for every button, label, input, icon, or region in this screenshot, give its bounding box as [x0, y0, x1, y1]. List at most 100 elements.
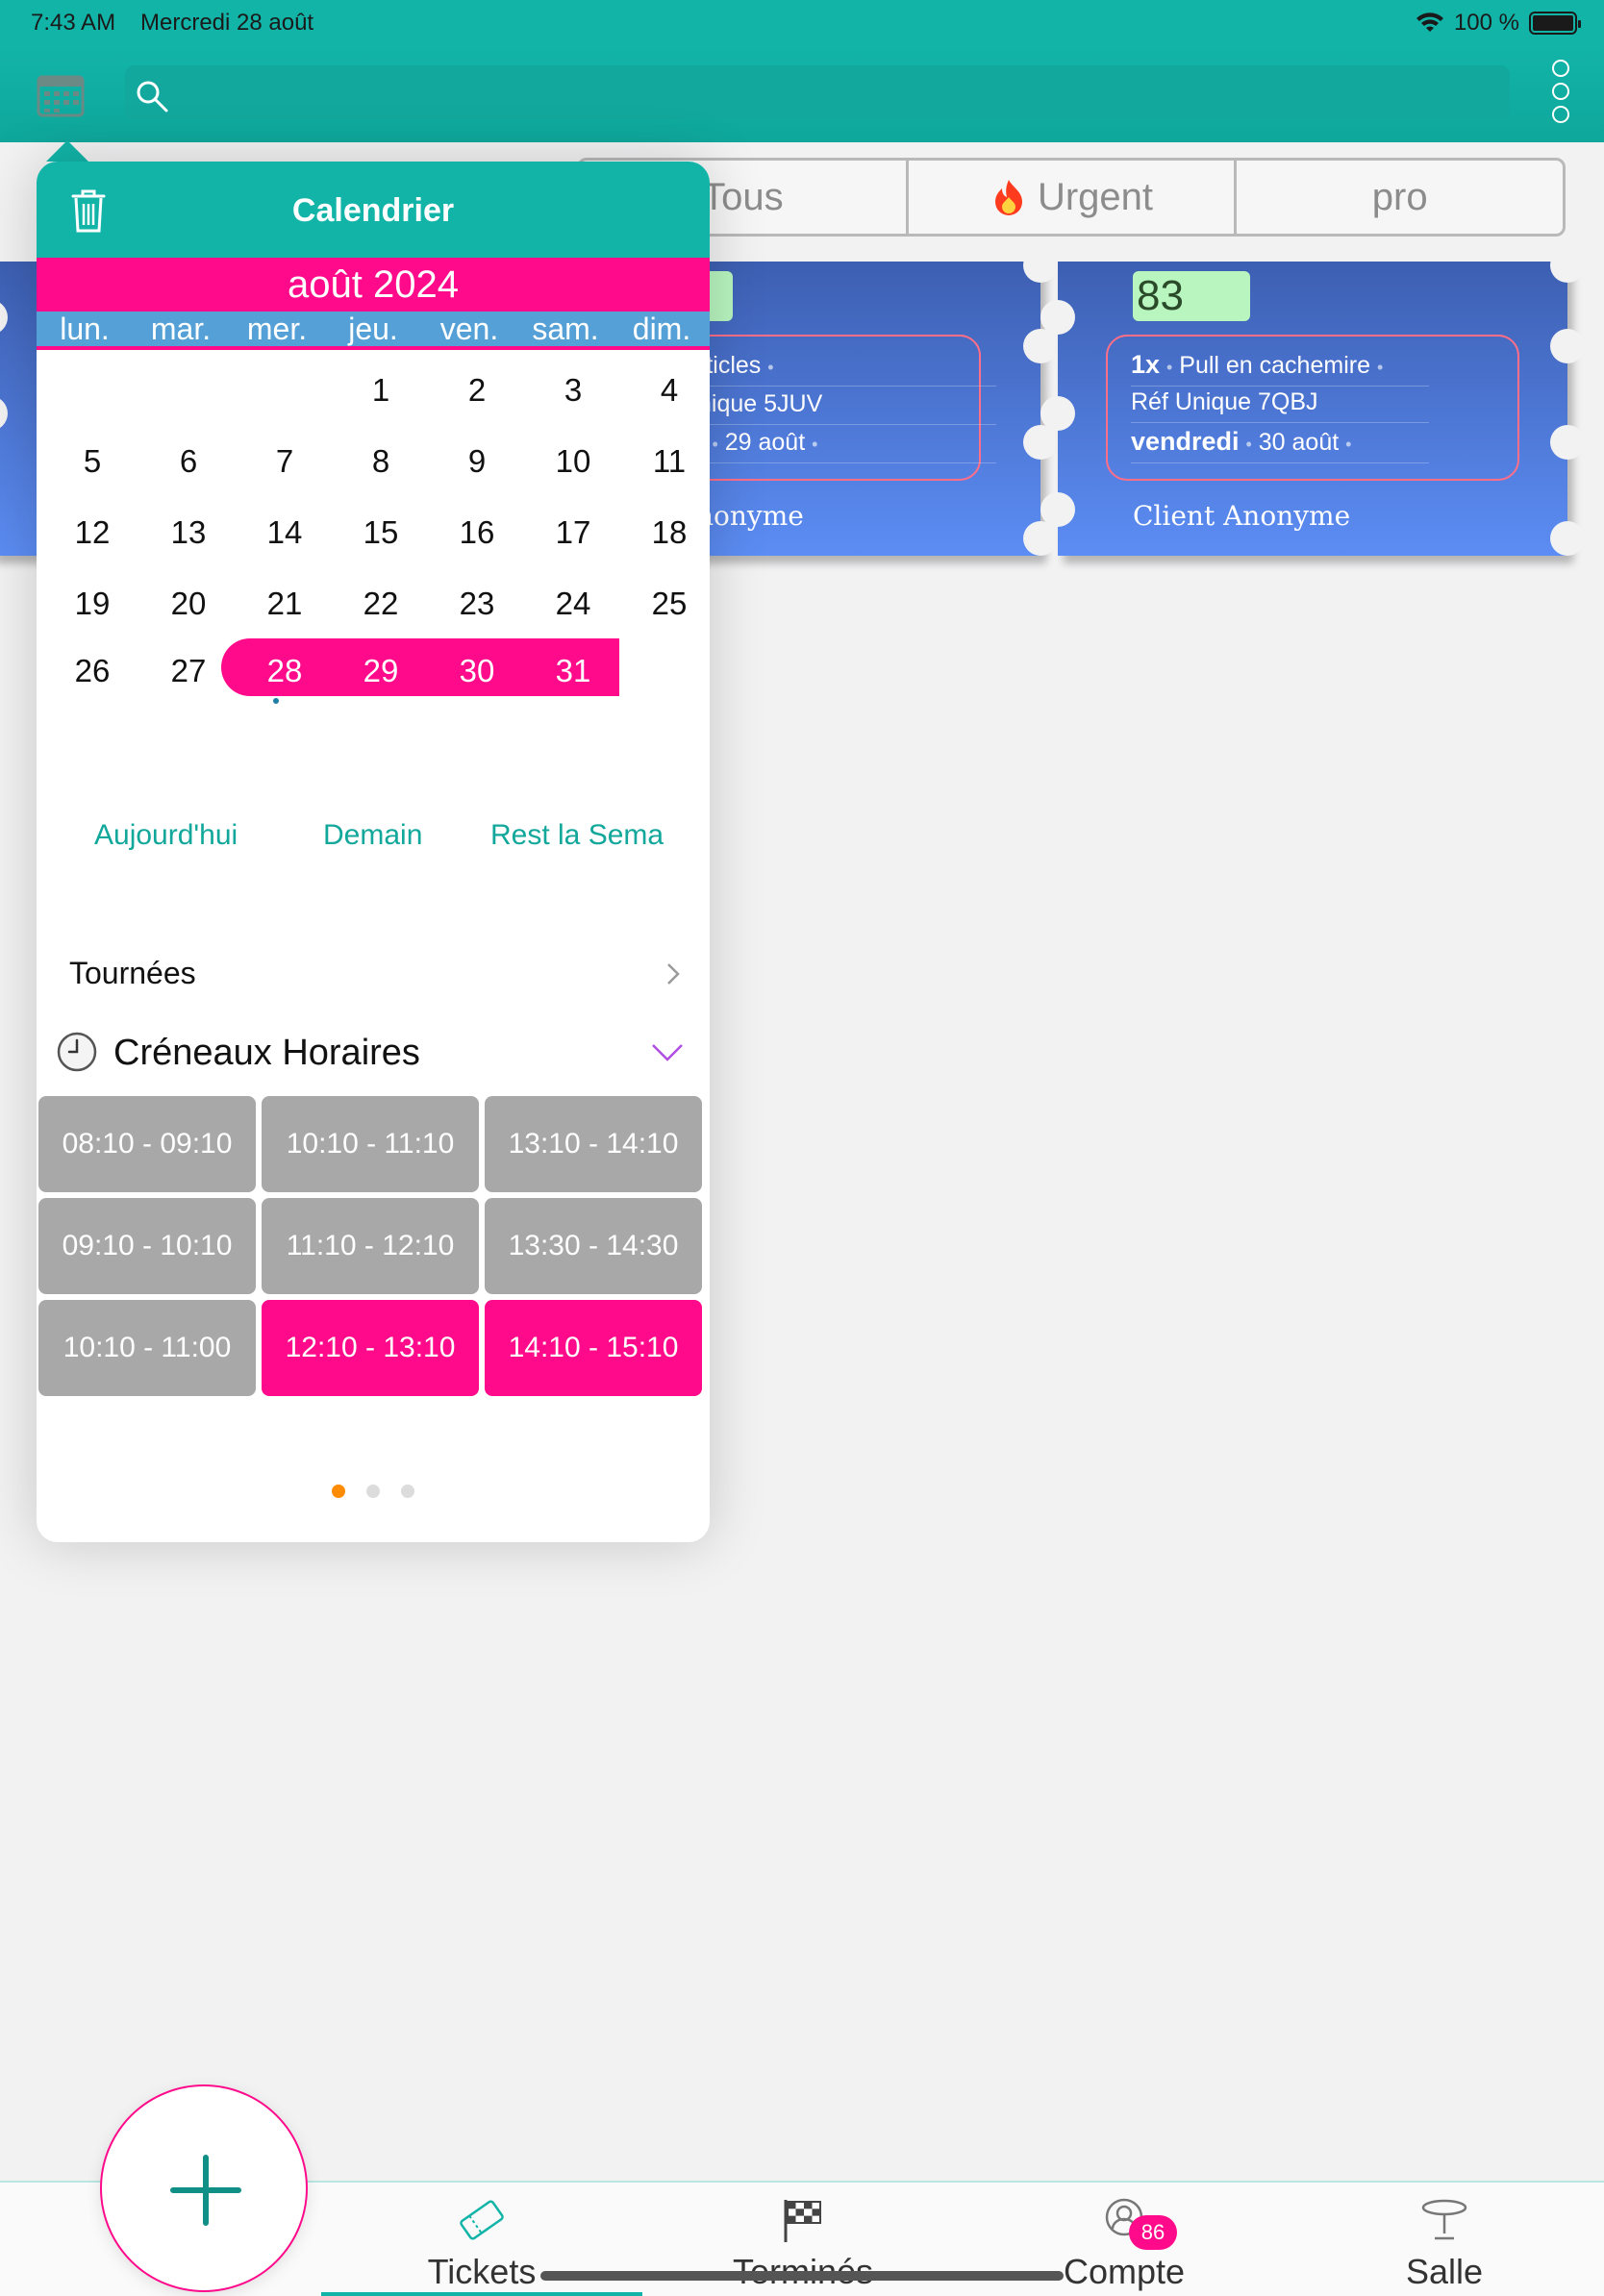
search-bar[interactable]	[125, 65, 1510, 119]
time-slot-grid: 08:10 - 09:10 10:10 - 11:10 13:10 - 14:10 0…	[38, 1096, 706, 1396]
popover-title: Calendrier	[291, 192, 455, 229]
status-time: 7:43 AM	[31, 10, 116, 36]
calendar-day[interactable]: 26	[44, 642, 140, 700]
time-slot-button[interactable]: 14:10 - 15:10	[485, 1300, 702, 1396]
calendar-day[interactable]: 15	[333, 504, 429, 562]
tab-room[interactable]: Salle	[1285, 2183, 1604, 2296]
time-slot-button[interactable]: 09:10 - 10:10	[38, 1198, 256, 1294]
status-bar: 7:43 AM Mercredi 28 août 100 %	[0, 0, 1604, 46]
chevron-right-icon	[667, 963, 680, 985]
calendar-day[interactable]: 22	[333, 575, 429, 633]
filter-pro-label: pro	[1371, 175, 1428, 218]
checkered-flag-icon	[784, 2200, 821, 2242]
home-indicator	[540, 2271, 1064, 2281]
calendar-day[interactable]: 23	[429, 575, 525, 633]
tab-room-label: Salle	[1405, 2252, 1484, 2291]
calendar-day[interactable]: 9	[429, 433, 525, 490]
tours-label: Tournées	[69, 956, 196, 990]
calendar-popover: Calendrier août 2024 lun. mar. mer. jeu. ven…	[37, 162, 710, 1542]
fire-icon	[994, 180, 1022, 215]
calendar-day[interactable]: 2	[429, 362, 525, 419]
tours-row[interactable]: Tournées	[37, 944, 710, 1002]
ticket-client: nonyme	[696, 500, 804, 532]
weekday-label: mar.	[150, 312, 212, 346]
calendar-day[interactable]: 27	[140, 642, 237, 700]
tomorrow-button[interactable]: Demain	[323, 819, 422, 852]
filter-urgent[interactable]: Urgent	[905, 161, 1235, 234]
filter-pro[interactable]: pro	[1234, 161, 1563, 234]
calendar-day[interactable]: 12	[44, 504, 140, 562]
filter-segments: Tous Urgent pro	[577, 158, 1566, 237]
calendar-day[interactable]: 1	[333, 362, 429, 419]
ticket-line: rticles •	[698, 350, 996, 387]
time-slot-button[interactable]: 13:10 - 14:10	[485, 1096, 702, 1192]
time-slot-button[interactable]: 13:30 - 14:30	[485, 1198, 702, 1294]
popover-header: Calendrier	[37, 162, 710, 258]
weekday-label: sam.	[532, 312, 599, 346]
calendar-day[interactable]: 16	[429, 504, 525, 562]
page-indicator[interactable]	[37, 1485, 710, 1498]
calendar-day[interactable]: 30	[429, 642, 525, 700]
more-vertical-icon[interactable]	[1552, 60, 1573, 123]
time-slot-button[interactable]: 12:10 - 13:10	[262, 1300, 479, 1396]
battery-icon	[1529, 12, 1581, 35]
calendar-day[interactable]: 4	[621, 362, 710, 419]
ticket-line: 1x • Pull en cachemire •	[1131, 350, 1429, 387]
quick-select-row: Aujourd'hui Demain Rest la Sema	[37, 819, 710, 858]
calendar-day[interactable]: 7	[237, 433, 333, 490]
filter-all-label: Tous	[702, 175, 784, 218]
page-dot[interactable]	[401, 1485, 414, 1498]
weekday-label: mer.	[246, 312, 308, 346]
calendar-day[interactable]: 14	[237, 504, 333, 562]
calendar-day[interactable]: 20	[140, 575, 237, 633]
time-slot-button[interactable]: 08:10 - 09:10	[38, 1096, 256, 1192]
today-button[interactable]: Aujourd'hui	[94, 819, 238, 852]
calendar-day[interactable]: 13	[140, 504, 237, 562]
calendar-day[interactable]: 5	[44, 433, 140, 490]
page-dot[interactable]	[332, 1485, 345, 1498]
month-label: août 2024	[37, 258, 710, 312]
weekday-label: lun.	[60, 312, 110, 346]
weekday-label: jeu.	[348, 312, 398, 346]
weekday-label: dim.	[632, 312, 691, 346]
calendar-day[interactable]: 19	[44, 575, 140, 633]
calendar-day[interactable]: 24	[525, 575, 621, 633]
calendar-day[interactable]: 11	[621, 433, 710, 490]
calendar-day[interactable]: 10	[525, 433, 621, 490]
calendar-day[interactable]: 28	[237, 642, 333, 700]
status-date: Mercredi 28 août	[140, 10, 314, 36]
calendar-day[interactable]: 8	[333, 433, 429, 490]
plus-icon	[170, 2155, 241, 2226]
ticket-line: vendredi • 30 août •	[1131, 427, 1429, 463]
ticket-line: Réf Unique 7QBJ	[1131, 388, 1429, 423]
calendar-day[interactable]: 29	[333, 642, 429, 700]
rest-of-week-button[interactable]: Rest la Sema	[490, 819, 664, 852]
time-slot-button[interactable]: 11:10 - 12:10	[262, 1198, 479, 1294]
calendar-day[interactable]: 31	[525, 642, 621, 700]
calendar-grid: 1 2 3 4 5 6 7 8 9 10 11 12 13 14 15 16 17 18 19 20 21 22 23 24 2…	[37, 350, 710, 773]
account-badge: 86	[1129, 2215, 1177, 2250]
table-icon	[1421, 2199, 1467, 2240]
calendar-icon[interactable]	[37, 71, 85, 117]
ticket-card[interactable]: 83 1x • Pull en cachemire • Réf Unique 7…	[1040, 248, 1585, 556]
ticket-icon	[460, 2200, 504, 2240]
add-ticket-button[interactable]	[100, 2084, 308, 2292]
time-slot-button[interactable]: 10:10 - 11:10	[262, 1096, 479, 1192]
ticket-line: i • 29 août •	[698, 427, 996, 463]
wifi-icon	[1416, 12, 1443, 32]
calendar-day[interactable]: 25	[621, 575, 710, 633]
time-slots-row[interactable]: Créneaux Horaires	[37, 1023, 710, 1081]
ticket-line: nique 5JUV	[698, 388, 996, 425]
calendar-day[interactable]: 6	[140, 433, 237, 490]
weekday-header: lun. mar. mer. jeu. ven. sam. dim.	[37, 312, 710, 350]
calendar-day[interactable]: 18	[621, 504, 710, 562]
calendar-day[interactable]: 17	[525, 504, 621, 562]
search-icon[interactable]	[135, 79, 169, 113]
chevron-down-icon[interactable]	[650, 1042, 685, 1063]
status-right: 100 %	[1416, 10, 1581, 37]
page-dot[interactable]	[366, 1485, 380, 1498]
time-slot-button[interactable]: 10:10 - 11:00	[38, 1300, 256, 1396]
filter-urgent-label: Urgent	[1037, 175, 1154, 218]
calendar-day[interactable]: 21	[237, 575, 333, 633]
calendar-day[interactable]: 3	[525, 362, 621, 419]
